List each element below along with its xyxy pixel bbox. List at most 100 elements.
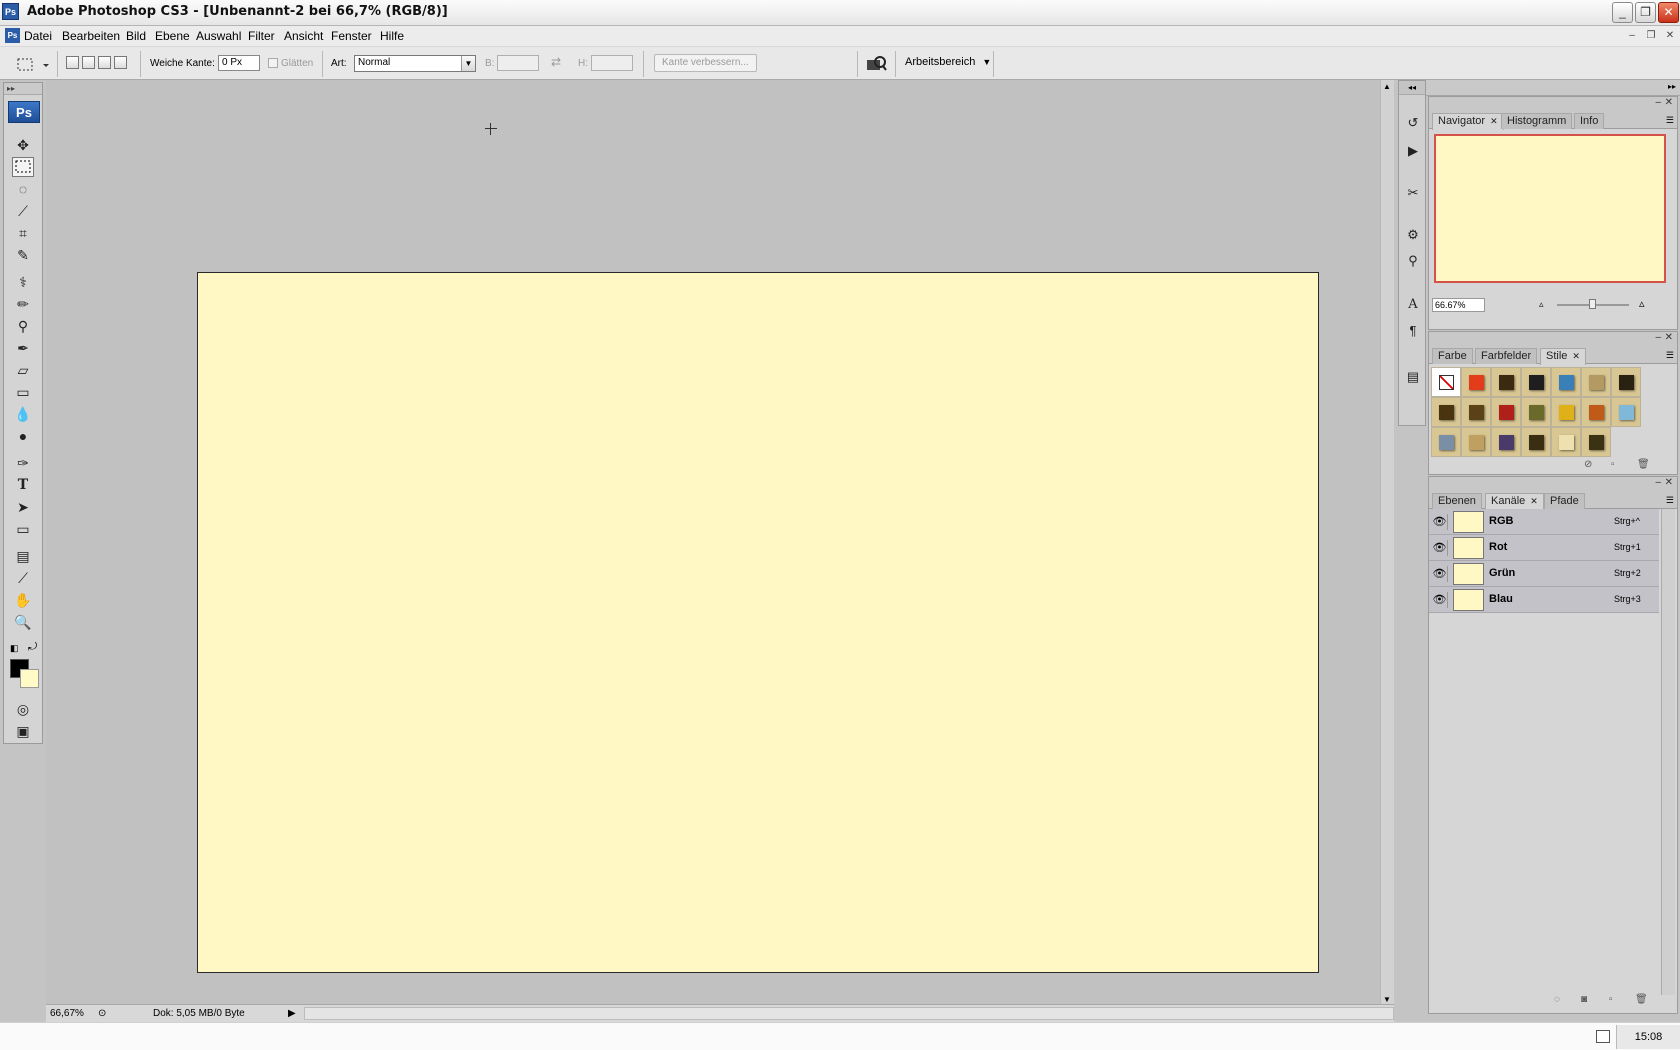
collapse-dock-icon[interactable]: ▸▸	[1668, 82, 1676, 91]
background-color-swatch[interactable]	[20, 669, 39, 688]
zoom-out-icon[interactable]: ▵	[1539, 299, 1544, 310]
healing-brush-icon[interactable]: ⚕	[12, 272, 34, 292]
gradient-tool-icon[interactable]: ▭	[12, 382, 34, 402]
new-channel-icon[interactable]: ▫	[1609, 994, 1613, 1005]
visibility-eye-icon[interactable]: 👁	[1432, 592, 1448, 608]
style-swatch[interactable]	[1491, 427, 1521, 457]
delete-style-icon[interactable]: 🗑	[1637, 459, 1650, 470]
style-swatch[interactable]	[1521, 367, 1551, 397]
quick-mask-icon[interactable]: ◎	[12, 699, 34, 719]
eyedropper-icon[interactable]: ⟋	[12, 568, 34, 588]
refine-edge-button[interactable]: Kante verbessern...	[654, 54, 757, 72]
style-swatch[interactable]	[1611, 367, 1641, 397]
strip-grip[interactable]: ◂◂	[1399, 81, 1425, 95]
restore-button[interactable]: ❐	[1635, 2, 1656, 23]
delete-channel-icon[interactable]: 🗑	[1635, 994, 1648, 1005]
status-menu-arrow-icon[interactable]: ▶	[288, 1008, 296, 1019]
dodge-tool-icon[interactable]: ●	[12, 426, 34, 446]
minimize-button[interactable]: _	[1612, 2, 1633, 23]
menu-bearbeiten[interactable]: Bearbeiten	[62, 29, 120, 43]
tab-pfade[interactable]: Pfade	[1544, 493, 1585, 509]
style-swatch[interactable]	[1581, 367, 1611, 397]
new-style-icon[interactable]: ▫	[1611, 459, 1615, 470]
style-swatch[interactable]	[1461, 397, 1491, 427]
tab-ebenen[interactable]: Ebenen	[1432, 493, 1482, 509]
navigator-preview[interactable]	[1434, 134, 1666, 283]
panel-close-icon[interactable]: ✕	[1665, 477, 1673, 488]
crop-tool-icon[interactable]: ⌗	[12, 223, 34, 243]
style-swatch[interactable]	[1551, 397, 1581, 427]
style-swatch[interactable]	[1491, 397, 1521, 427]
navigator-zoom-input[interactable]: 66.67%	[1432, 298, 1485, 312]
style-swatch[interactable]	[1431, 427, 1461, 457]
panel-close-icon[interactable]: ✕	[1665, 97, 1673, 108]
pen-tool-icon[interactable]: ✑	[12, 453, 34, 473]
magic-wand-icon[interactable]: ⟋	[12, 201, 34, 221]
type-tool-icon[interactable]: T	[12, 475, 34, 495]
brush-tool-icon[interactable]: ✏	[12, 294, 34, 314]
close-button[interactable]: ✕	[1658, 2, 1679, 23]
tab-histogramm[interactable]: Histogramm	[1501, 113, 1573, 129]
zoom-level[interactable]: 66,67%	[50, 1008, 84, 1019]
style-select[interactable]: Normal ▼	[354, 55, 476, 72]
lasso-tool-icon[interactable]: ◌	[12, 179, 34, 199]
panel-menu-icon[interactable]: ☰	[1666, 495, 1674, 506]
default-colors-icon[interactable]: ◧	[10, 643, 19, 654]
panel-minimize-icon[interactable]: –	[1655, 332, 1661, 343]
workspace-menu[interactable]: Arbeitsbereich ▼	[905, 56, 991, 68]
intersect-selection-icon[interactable]	[114, 56, 127, 69]
doc-close-icon[interactable]: ✕	[1663, 29, 1677, 43]
character-panel-icon[interactable]: A	[1403, 295, 1423, 315]
status-icon[interactable]: ⊙	[98, 1008, 106, 1019]
close-icon[interactable]: ✕	[1572, 351, 1580, 361]
style-swatch[interactable]	[1431, 397, 1461, 427]
panel-menu-icon[interactable]: ☰	[1666, 350, 1674, 361]
blur-tool-icon[interactable]: 💧	[12, 404, 34, 424]
panel-minimize-icon[interactable]: –	[1655, 97, 1661, 108]
screen-mode-icon[interactable]: ▣	[12, 721, 34, 741]
scroll-down-icon[interactable]: ▼	[1383, 995, 1391, 1004]
bridge-icon[interactable]	[865, 55, 887, 73]
clear-style-icon[interactable]: ⊘	[1584, 459, 1592, 470]
visibility-eye-icon[interactable]: 👁	[1432, 540, 1448, 556]
style-swatch[interactable]	[1461, 427, 1491, 457]
close-icon[interactable]: ✕	[1530, 496, 1538, 506]
menu-ebene[interactable]: Ebene	[155, 29, 190, 43]
tool-presets-icon[interactable]: ✂	[1403, 183, 1423, 203]
menu-ansicht[interactable]: Ansicht	[284, 29, 323, 43]
subtract-selection-icon[interactable]	[98, 56, 111, 69]
width-input[interactable]	[497, 55, 539, 71]
document-workspace[interactable]	[46, 80, 1380, 1006]
style-swatch[interactable]	[1581, 397, 1611, 427]
history-panel-icon[interactable]: ↺	[1403, 113, 1423, 133]
panel-close-icon[interactable]: ✕	[1665, 332, 1673, 343]
tab-stile[interactable]: Stile ✕	[1540, 348, 1586, 365]
history-brush-icon[interactable]: ✒	[12, 338, 34, 358]
vertical-scrollbar[interactable]: ▲ ▼	[1380, 80, 1394, 1006]
panel-menu-icon[interactable]: ☰	[1666, 115, 1674, 126]
document-icon[interactable]: Ps	[5, 28, 20, 43]
zoom-slider-thumb[interactable]	[1589, 299, 1596, 309]
horizontal-scrollbar[interactable]	[304, 1007, 1394, 1020]
channel-scrollbar[interactable]	[1661, 509, 1675, 995]
eraser-tool-icon[interactable]: ▱	[12, 360, 34, 380]
channel-row-gruen[interactable]: 👁 Grün Strg+2	[1429, 561, 1659, 587]
brushes-panel-icon[interactable]: ⚙	[1403, 225, 1423, 245]
zoom-tool-icon[interactable]: 🔍	[12, 612, 34, 632]
menu-auswahl[interactable]: Auswahl	[196, 29, 241, 43]
add-selection-icon[interactable]	[82, 56, 95, 69]
document-canvas[interactable]	[197, 272, 1319, 973]
visibility-eye-icon[interactable]: 👁	[1432, 514, 1448, 530]
hand-tool-icon[interactable]: ✋	[12, 590, 34, 610]
new-selection-icon[interactable]	[66, 56, 79, 69]
save-selection-channel-icon[interactable]: ◙	[1581, 994, 1587, 1005]
feather-input[interactable]: 0 Px	[218, 55, 260, 71]
channel-row-blau[interactable]: 👁 Blau Strg+3	[1429, 587, 1659, 613]
tab-farbfelder[interactable]: Farbfelder	[1475, 348, 1538, 364]
menu-datei[interactable]: Datei	[24, 29, 52, 43]
style-swatch[interactable]	[1611, 397, 1641, 427]
shape-tool-icon[interactable]: ▭	[12, 519, 34, 539]
ps-logo[interactable]: Ps	[8, 101, 40, 123]
tool-preset-picker[interactable]	[6, 53, 50, 75]
antialias-checkbox[interactable]	[268, 58, 278, 68]
